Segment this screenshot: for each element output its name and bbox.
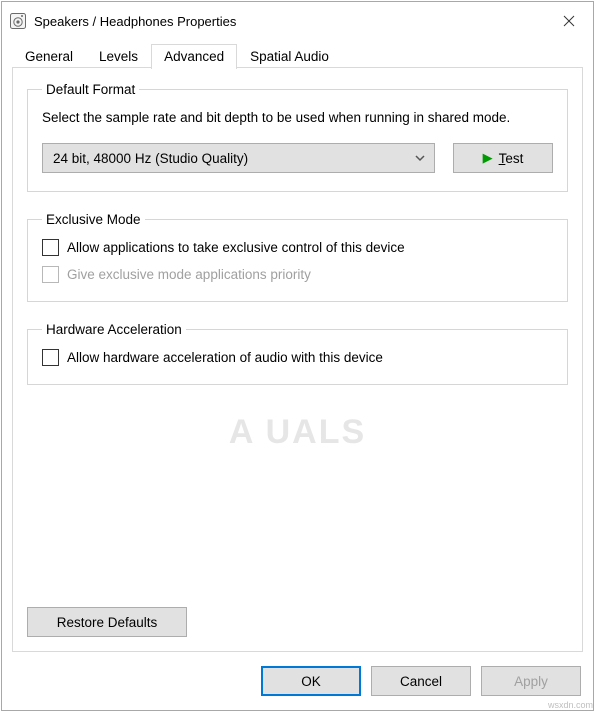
sample-rate-combobox[interactable]: 24 bit, 48000 Hz (Studio Quality) [42, 143, 435, 173]
test-button[interactable]: ▶ Test [453, 143, 553, 173]
speaker-icon [8, 11, 28, 31]
tab-advanced[interactable]: Advanced [151, 44, 237, 69]
exclusive-priority-checkbox [42, 266, 59, 283]
hardware-accel-checkbox[interactable] [42, 349, 59, 366]
sample-rate-selected: 24 bit, 48000 Hz (Studio Quality) [53, 151, 248, 166]
window-title: Speakers / Headphones Properties [34, 14, 545, 29]
exclusive-mode-group: Exclusive Mode Allow applications to tak… [27, 212, 568, 302]
exclusive-priority-label: Give exclusive mode applications priorit… [67, 267, 311, 282]
ok-button[interactable]: OK [261, 666, 361, 696]
close-button[interactable] [545, 2, 593, 40]
hardware-accel-group: Hardware Acceleration Allow hardware acc… [27, 322, 568, 385]
restore-defaults-button[interactable]: Restore Defaults [27, 607, 187, 637]
chevron-down-icon [414, 152, 426, 164]
tab-spatial-audio[interactable]: Spatial Audio [237, 44, 342, 69]
cancel-button[interactable]: Cancel [371, 666, 471, 696]
tab-general[interactable]: General [12, 44, 86, 69]
default-format-legend: Default Format [42, 82, 139, 97]
tab-content: A UALS Default Format Select the sample … [12, 68, 583, 652]
close-icon [563, 15, 575, 27]
play-icon: ▶ [483, 150, 493, 166]
apply-button: Apply [481, 666, 581, 696]
tab-strip: General Levels Advanced Spatial Audio [2, 40, 593, 68]
dialog-footer: OK Cancel Apply [2, 652, 593, 710]
test-button-label: Test [499, 151, 524, 166]
hardware-accel-label: Allow hardware acceleration of audio wit… [67, 350, 383, 365]
titlebar: Speakers / Headphones Properties [2, 2, 593, 40]
tab-levels[interactable]: Levels [86, 44, 151, 69]
hardware-accel-legend: Hardware Acceleration [42, 322, 186, 337]
default-format-description: Select the sample rate and bit depth to … [42, 109, 553, 127]
image-credit: wsxdn.com [548, 700, 593, 710]
exclusive-mode-legend: Exclusive Mode [42, 212, 145, 227]
allow-exclusive-label: Allow applications to take exclusive con… [67, 240, 405, 255]
allow-exclusive-checkbox[interactable] [42, 239, 59, 256]
default-format-group: Default Format Select the sample rate an… [27, 82, 568, 192]
properties-window: Speakers / Headphones Properties General… [1, 1, 594, 711]
